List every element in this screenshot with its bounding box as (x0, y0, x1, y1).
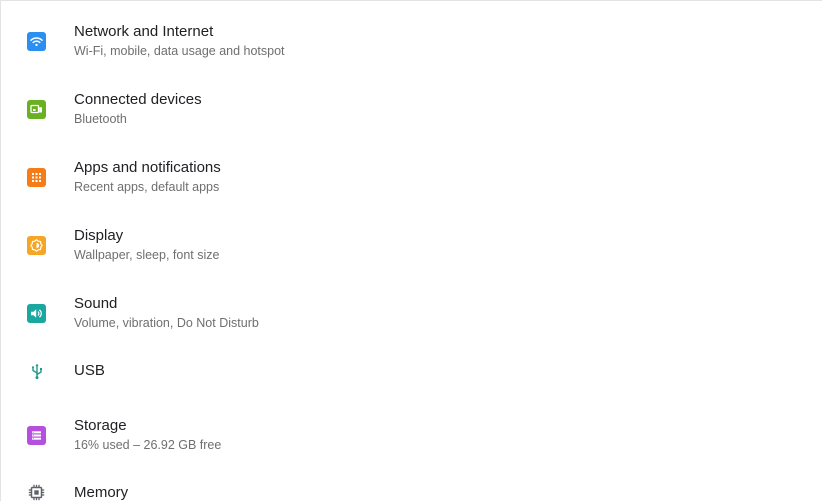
apps-grid-icon (27, 168, 46, 187)
storage-icon (27, 426, 46, 445)
settings-item-network[interactable]: Network and Internet Wi-Fi, mobile, data… (1, 7, 822, 75)
settings-item-text: Network and Internet Wi-Fi, mobile, data… (74, 22, 802, 60)
settings-item-text: Sound Volume, vibration, Do Not Disturb (74, 294, 802, 332)
settings-item-connected-devices[interactable]: Connected devices Bluetooth (1, 75, 822, 143)
settings-item-subtitle: Recent apps, default apps (74, 180, 220, 194)
settings-item-text: Display Wallpaper, sleep, font size (74, 226, 802, 264)
wifi-icon (27, 32, 46, 51)
settings-item-text: Apps and notifications Recent apps, defa… (74, 158, 802, 196)
display-icon-wrap (27, 236, 46, 255)
apps-icon-wrap (27, 168, 46, 187)
connected-icon-wrap (27, 100, 46, 119)
settings-item-text: Storage 16% used – 26.92 GB free (74, 416, 802, 454)
settings-item-text: Connected devices Bluetooth (74, 90, 802, 128)
settings-item-title: Storage (74, 417, 127, 434)
settings-item-subtitle: Wallpaper, sleep, font size (74, 248, 220, 262)
sound-icon-wrap (27, 304, 46, 323)
memory-chip-icon (27, 483, 46, 501)
settings-screen: Network and Internet Wi-Fi, mobile, data… (0, 0, 822, 501)
settings-item-text: USB (74, 361, 802, 381)
settings-item-title: Memory (74, 484, 129, 501)
settings-item-usb[interactable]: USB (1, 341, 822, 401)
memory-icon-wrap (27, 483, 46, 501)
settings-item-storage[interactable]: Storage 16% used – 26.92 GB free (1, 401, 822, 469)
settings-item-title: Connected devices (74, 91, 202, 108)
usb-icon (27, 362, 46, 381)
usb-icon-wrap (27, 362, 46, 381)
storage-icon-wrap (27, 426, 46, 445)
settings-item-title: Display (74, 227, 124, 244)
settings-item-apps[interactable]: Apps and notifications Recent apps, defa… (1, 143, 822, 211)
settings-item-subtitle: Wi-Fi, mobile, data usage and hotspot (74, 44, 285, 58)
brightness-icon (27, 236, 46, 255)
volume-icon (27, 304, 46, 323)
settings-item-title: Apps and notifications (74, 159, 221, 176)
settings-item-subtitle: Bluetooth (74, 112, 127, 126)
settings-item-subtitle: Volume, vibration, Do Not Disturb (74, 316, 259, 330)
settings-item-subtitle: 16% used – 26.92 GB free (74, 438, 222, 452)
settings-item-text: Memory (74, 463, 802, 501)
settings-item-memory[interactable]: Memory (1, 463, 822, 501)
settings-item-sound[interactable]: Sound Volume, vibration, Do Not Disturb (1, 279, 822, 347)
settings-item-display[interactable]: Display Wallpaper, sleep, font size (1, 211, 822, 279)
settings-item-title: Sound (74, 295, 118, 312)
devices-icon (27, 100, 46, 119)
settings-item-title: USB (74, 362, 105, 379)
settings-item-title: Network and Internet (74, 23, 214, 40)
network-icon-wrap (27, 32, 46, 51)
